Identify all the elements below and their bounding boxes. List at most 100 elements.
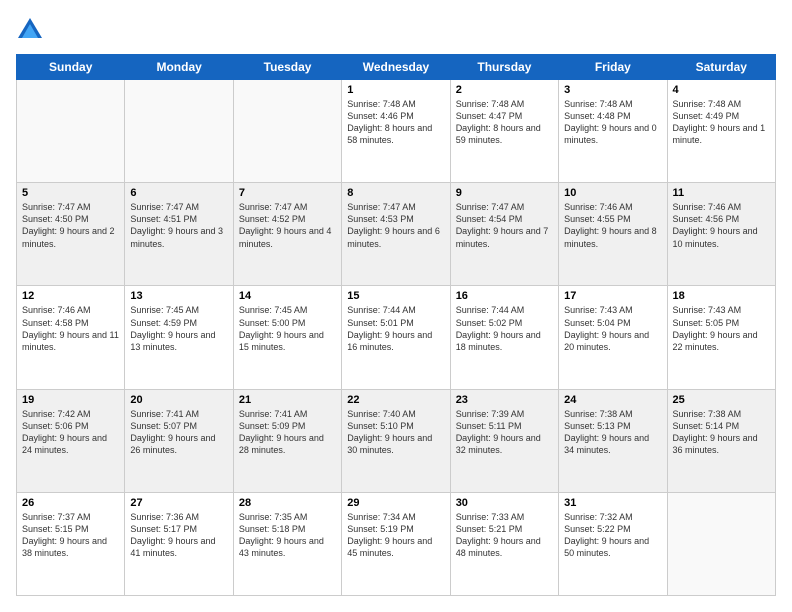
cell-info: Sunrise: 7:44 AMSunset: 5:02 PMDaylight:…	[456, 304, 553, 353]
day-number: 3	[564, 84, 661, 96]
cell-info: Sunrise: 7:47 AMSunset: 4:53 PMDaylight:…	[347, 201, 444, 250]
day-number: 27	[130, 497, 227, 509]
day-number: 26	[22, 497, 119, 509]
weekday-header-thursday: Thursday	[450, 55, 558, 80]
calendar-week-row: 1Sunrise: 7:48 AMSunset: 4:46 PMDaylight…	[17, 80, 776, 183]
cell-info: Sunrise: 7:47 AMSunset: 4:50 PMDaylight:…	[22, 201, 119, 250]
calendar-cell	[125, 80, 233, 183]
calendar-cell: 14 Sunrise: 7:45 AMSunset: 5:00 PMDayligh…	[233, 286, 341, 389]
day-number: 22	[347, 394, 444, 406]
calendar-cell: 27 Sunrise: 7:36 AMSunset: 5:17 PMDayligh…	[125, 492, 233, 595]
calendar-cell	[17, 80, 125, 183]
calendar-cell: 1Sunrise: 7:48 AMSunset: 4:46 PMDaylight…	[342, 80, 450, 183]
day-number: 24	[564, 394, 661, 406]
day-number: 4	[673, 84, 770, 96]
weekday-header-friday: Friday	[559, 55, 667, 80]
cell-info: Sunrise: 7:34 AMSunset: 5:19 PMDaylight:…	[347, 511, 444, 560]
cell-info: Sunrise: 7:39 AMSunset: 5:11 PMDaylight:…	[456, 408, 553, 457]
calendar-cell: 9 Sunrise: 7:47 AMSunset: 4:54 PMDaylight…	[450, 183, 558, 286]
cell-info: Sunrise: 7:46 AMSunset: 4:56 PMDaylight:…	[673, 201, 770, 250]
cell-info: Sunrise: 7:47 AMSunset: 4:51 PMDaylight:…	[130, 201, 227, 250]
cell-info: Sunrise: 7:48 AMSunset: 4:47 PMDaylight:…	[456, 98, 553, 147]
calendar-week-row: 19Sunrise: 7:42 AMSunset: 5:06 PMDayligh…	[17, 389, 776, 492]
weekday-header-tuesday: Tuesday	[233, 55, 341, 80]
cell-info: Sunrise: 7:44 AMSunset: 5:01 PMDaylight:…	[347, 304, 444, 353]
calendar-cell: 20 Sunrise: 7:41 AMSunset: 5:07 PMDayligh…	[125, 389, 233, 492]
calendar-cell: 5 Sunrise: 7:47 AMSunset: 4:50 PMDaylight…	[17, 183, 125, 286]
calendar-cell: 23 Sunrise: 7:39 AMSunset: 5:11 PMDayligh…	[450, 389, 558, 492]
cell-info: Sunrise: 7:46 AMSunset: 4:55 PMDaylight:…	[564, 201, 661, 250]
calendar-cell: 29 Sunrise: 7:34 AMSunset: 5:19 PMDayligh…	[342, 492, 450, 595]
calendar-cell: 8 Sunrise: 7:47 AMSunset: 4:53 PMDaylight…	[342, 183, 450, 286]
day-number: 13	[130, 290, 227, 302]
calendar-cell: 12 Sunrise: 7:46 AMSunset: 4:58 PMDayligh…	[17, 286, 125, 389]
calendar-cell: 24 Sunrise: 7:38 AMSunset: 5:13 PMDayligh…	[559, 389, 667, 492]
calendar-cell: 2Sunrise: 7:48 AMSunset: 4:47 PMDaylight…	[450, 80, 558, 183]
cell-info: Sunrise: 7:33 AMSunset: 5:21 PMDaylight:…	[456, 511, 553, 560]
day-number: 16	[456, 290, 553, 302]
calendar-cell: 19Sunrise: 7:42 AMSunset: 5:06 PMDayligh…	[17, 389, 125, 492]
calendar-cell: 15 Sunrise: 7:44 AMSunset: 5:01 PMDayligh…	[342, 286, 450, 389]
calendar-cell: 13 Sunrise: 7:45 AMSunset: 4:59 PMDayligh…	[125, 286, 233, 389]
cell-info: Sunrise: 7:32 AMSunset: 5:22 PMDaylight:…	[564, 511, 661, 560]
logo	[16, 16, 48, 44]
calendar-week-row: 12 Sunrise: 7:46 AMSunset: 4:58 PMDayligh…	[17, 286, 776, 389]
cell-info: Sunrise: 7:38 AMSunset: 5:13 PMDaylight:…	[564, 408, 661, 457]
day-number: 5	[22, 187, 119, 199]
cell-info: Sunrise: 7:48 AMSunset: 4:48 PMDaylight:…	[564, 98, 661, 147]
cell-info: Sunrise: 7:36 AMSunset: 5:17 PMDaylight:…	[130, 511, 227, 560]
calendar-cell: 16 Sunrise: 7:44 AMSunset: 5:02 PMDayligh…	[450, 286, 558, 389]
calendar-cell: 11 Sunrise: 7:46 AMSunset: 4:56 PMDayligh…	[667, 183, 775, 286]
cell-info: Sunrise: 7:37 AMSunset: 5:15 PMDaylight:…	[22, 511, 119, 560]
day-number: 28	[239, 497, 336, 509]
day-number: 12	[22, 290, 119, 302]
cell-info: Sunrise: 7:45 AMSunset: 4:59 PMDaylight:…	[130, 304, 227, 353]
day-number: 7	[239, 187, 336, 199]
calendar-cell: 6Sunrise: 7:47 AMSunset: 4:51 PMDaylight…	[125, 183, 233, 286]
day-number: 20	[130, 394, 227, 406]
calendar-cell: 30Sunrise: 7:33 AMSunset: 5:21 PMDayligh…	[450, 492, 558, 595]
cell-info: Sunrise: 7:41 AMSunset: 5:09 PMDaylight:…	[239, 408, 336, 457]
calendar-cell: 10 Sunrise: 7:46 AMSunset: 4:55 PMDayligh…	[559, 183, 667, 286]
weekday-header-monday: Monday	[125, 55, 233, 80]
weekday-header-saturday: Saturday	[667, 55, 775, 80]
day-number: 21	[239, 394, 336, 406]
calendar-week-row: 5 Sunrise: 7:47 AMSunset: 4:50 PMDaylight…	[17, 183, 776, 286]
calendar-cell: 25Sunrise: 7:38 AMSunset: 5:14 PMDayligh…	[667, 389, 775, 492]
day-number: 1	[347, 84, 444, 96]
day-number: 8	[347, 187, 444, 199]
day-number: 9	[456, 187, 553, 199]
cell-info: Sunrise: 7:47 AMSunset: 4:54 PMDaylight:…	[456, 201, 553, 250]
day-number: 29	[347, 497, 444, 509]
calendar-week-row: 26 Sunrise: 7:37 AMSunset: 5:15 PMDayligh…	[17, 492, 776, 595]
day-number: 11	[673, 187, 770, 199]
calendar-cell: 18Sunrise: 7:43 AMSunset: 5:05 PMDayligh…	[667, 286, 775, 389]
cell-info: Sunrise: 7:48 AMSunset: 4:49 PMDaylight:…	[673, 98, 770, 147]
calendar-cell	[667, 492, 775, 595]
calendar-cell: 7 Sunrise: 7:47 AMSunset: 4:52 PMDaylight…	[233, 183, 341, 286]
calendar-cell: 26 Sunrise: 7:37 AMSunset: 5:15 PMDayligh…	[17, 492, 125, 595]
day-number: 25	[673, 394, 770, 406]
day-number: 17	[564, 290, 661, 302]
calendar-cell: 4 Sunrise: 7:48 AMSunset: 4:49 PMDaylight…	[667, 80, 775, 183]
cell-info: Sunrise: 7:46 AMSunset: 4:58 PMDaylight:…	[22, 304, 119, 353]
calendar-cell: 3 Sunrise: 7:48 AMSunset: 4:48 PMDaylight…	[559, 80, 667, 183]
cell-info: Sunrise: 7:47 AMSunset: 4:52 PMDaylight:…	[239, 201, 336, 250]
cell-info: Sunrise: 7:45 AMSunset: 5:00 PMDaylight:…	[239, 304, 336, 353]
day-number: 15	[347, 290, 444, 302]
day-number: 14	[239, 290, 336, 302]
calendar-cell: 17 Sunrise: 7:43 AMSunset: 5:04 PMDayligh…	[559, 286, 667, 389]
cell-info: Sunrise: 7:41 AMSunset: 5:07 PMDaylight:…	[130, 408, 227, 457]
calendar-cell: 21 Sunrise: 7:41 AMSunset: 5:09 PMDayligh…	[233, 389, 341, 492]
cell-info: Sunrise: 7:35 AMSunset: 5:18 PMDaylight:…	[239, 511, 336, 560]
cell-info: Sunrise: 7:42 AMSunset: 5:06 PMDaylight:…	[22, 408, 119, 457]
day-number: 10	[564, 187, 661, 199]
calendar-cell	[233, 80, 341, 183]
cell-info: Sunrise: 7:43 AMSunset: 5:04 PMDaylight:…	[564, 304, 661, 353]
day-number: 18	[673, 290, 770, 302]
weekday-header-wednesday: Wednesday	[342, 55, 450, 80]
cell-info: Sunrise: 7:40 AMSunset: 5:10 PMDaylight:…	[347, 408, 444, 457]
logo-icon	[16, 16, 44, 44]
calendar-cell: 31Sunrise: 7:32 AMSunset: 5:22 PMDayligh…	[559, 492, 667, 595]
day-number: 23	[456, 394, 553, 406]
